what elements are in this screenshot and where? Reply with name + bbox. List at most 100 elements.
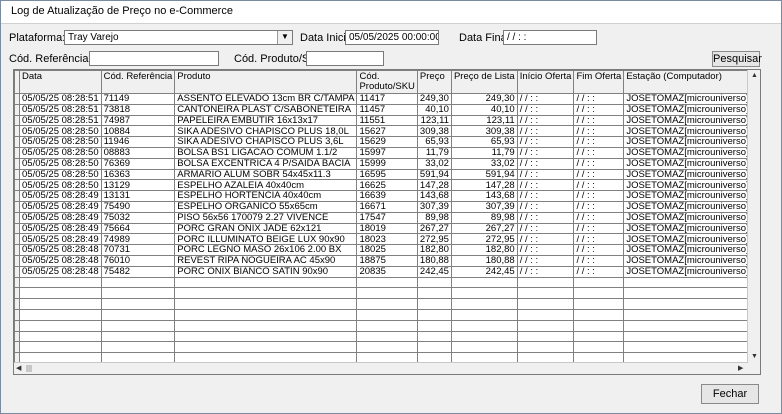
table-cell[interactable] xyxy=(356,319,418,332)
empty-table-row[interactable] xyxy=(14,287,760,300)
table-cell[interactable]: ASSENTO ELEVADO 13cm BR C/TAMPA xyxy=(174,93,358,105)
table-cell[interactable]: / / : : xyxy=(573,146,625,159)
table-cell[interactable]: 05/05/25 08:28:50 xyxy=(19,136,102,148)
table-cell[interactable] xyxy=(623,330,752,343)
table-cell[interactable]: 16363 xyxy=(100,168,176,181)
empty-table-row[interactable] xyxy=(14,319,760,332)
table-cell[interactable]: 40,10 xyxy=(416,103,452,116)
table-cell[interactable]: / / : : xyxy=(516,179,575,192)
table-cell[interactable]: ESPELHO AZALEIA 40x40cm xyxy=(174,179,358,192)
table-cell[interactable]: 18025 xyxy=(356,244,418,256)
table-cell[interactable]: SIKA ADESIVO CHAPISCO PLUS 3,6L xyxy=(174,136,358,148)
table-cell[interactable] xyxy=(450,341,518,354)
table-cell[interactable] xyxy=(573,276,625,289)
table-cell[interactable] xyxy=(19,276,102,289)
col-header-inicio-oferta[interactable]: Início Oferta xyxy=(516,70,575,94)
table-cell[interactable] xyxy=(19,287,102,300)
table-row[interactable]: 05/05/25 08:28:51 71149 ASSENTO ELEVADO 13… xyxy=(14,93,760,105)
table-cell[interactable]: 05/05/25 08:28:50 xyxy=(19,146,102,159)
table-cell[interactable] xyxy=(174,319,358,332)
table-cell[interactable] xyxy=(573,341,625,354)
table-cell[interactable]: 15999 xyxy=(356,157,418,170)
table-cell[interactable]: / / : : xyxy=(573,233,625,246)
empty-table-row[interactable] xyxy=(14,341,760,354)
table-cell[interactable]: 13129 xyxy=(100,179,176,192)
arrow-up-icon[interactable]: ▲ xyxy=(751,72,758,79)
table-row[interactable]: 05/05/25 08:28:50 08883 BOLSA BS1 LIGACAO … xyxy=(14,146,760,159)
table-cell[interactable]: 05/05/25 08:28:48 xyxy=(19,254,102,267)
table-cell[interactable]: 18023 xyxy=(356,233,418,246)
sku-input[interactable] xyxy=(306,51,384,66)
table-cell[interactable]: 272,95 xyxy=(450,233,518,246)
table-cell[interactable]: 18019 xyxy=(356,222,418,235)
arrow-left-icon[interactable]: ◀ xyxy=(16,364,21,372)
table-row[interactable]: 05/05/25 08:28:51 74987 PAPELEIRA EMBUTIR … xyxy=(14,114,760,127)
table-cell[interactable] xyxy=(100,298,176,310)
table-cell[interactable] xyxy=(450,308,518,321)
empty-table-row[interactable] xyxy=(14,276,760,289)
chevron-down-icon[interactable]: ▼ xyxy=(277,31,292,44)
table-cell[interactable]: 11946 xyxy=(100,136,176,148)
table-row[interactable]: 05/05/25 08:28:49 75664 PORC GRAN ONIX JAD… xyxy=(14,222,760,235)
table-cell[interactable]: 11417 xyxy=(356,93,418,105)
table-cell[interactable] xyxy=(100,319,176,332)
table-cell[interactable]: / / : : xyxy=(516,190,575,202)
table-cell[interactable]: JOSETOMAZ[microuniverso] xyxy=(623,114,752,127)
table-cell[interactable]: PORC LEGNO MASO 26x106 2.00 BX xyxy=(174,244,358,256)
table-cell[interactable]: 16639 xyxy=(356,190,418,202)
table-cell[interactable]: 05/05/25 08:28:49 xyxy=(19,211,102,224)
table-cell[interactable]: 76010 xyxy=(100,254,176,267)
table-cell[interactable]: 05/05/25 08:28:51 xyxy=(19,114,102,127)
col-header-preco[interactable]: Preço xyxy=(416,70,452,94)
table-cell[interactable]: 147,28 xyxy=(416,179,452,192)
table-cell[interactable] xyxy=(356,276,418,289)
table-cell[interactable]: 182,80 xyxy=(416,244,452,256)
table-cell[interactable] xyxy=(100,276,176,289)
table-cell[interactable] xyxy=(516,287,575,300)
table-cell[interactable]: 65,93 xyxy=(416,136,452,148)
table-cell[interactable]: / / : : xyxy=(516,136,575,148)
table-cell[interactable]: 05/05/25 08:28:49 xyxy=(19,233,102,246)
table-cell[interactable]: 147,28 xyxy=(450,179,518,192)
table-cell[interactable]: 309,38 xyxy=(416,125,452,138)
table-row[interactable]: 05/05/25 08:28:50 13129 ESPELHO AZALEIA 40… xyxy=(14,179,760,192)
table-cell[interactable]: / / : : xyxy=(573,168,625,181)
table-cell[interactable]: / / : : xyxy=(516,157,575,170)
table-cell[interactable]: 05/05/25 08:28:50 xyxy=(19,168,102,181)
table-row[interactable]: 05/05/25 08:28:49 75032 PISO 56x56 170079 … xyxy=(14,211,760,224)
table-cell[interactable] xyxy=(174,287,358,300)
table-cell[interactable]: 74989 xyxy=(100,233,176,246)
table-cell[interactable] xyxy=(356,287,418,300)
table-cell[interactable] xyxy=(623,298,752,310)
table-cell[interactable] xyxy=(516,330,575,343)
table-cell[interactable]: 75490 xyxy=(100,200,176,213)
table-cell[interactable]: / / : : xyxy=(573,254,625,267)
table-cell[interactable]: JOSETOMAZ[microuniverso] xyxy=(623,125,752,138)
col-header-sku[interactable]: Cód. Produto/SKU xyxy=(356,70,418,94)
table-cell[interactable]: 65,93 xyxy=(450,136,518,148)
table-cell[interactable]: 242,45 xyxy=(450,265,518,278)
table-cell[interactable]: 05/05/25 08:28:51 xyxy=(19,103,102,116)
table-cell[interactable] xyxy=(356,308,418,321)
table-cell[interactable]: JOSETOMAZ[microuniverso] xyxy=(623,146,752,159)
table-cell[interactable]: / / : : xyxy=(573,136,625,148)
table-cell[interactable]: 16625 xyxy=(356,179,418,192)
table-cell[interactable]: 249,30 xyxy=(450,93,518,105)
table-cell[interactable]: / / : : xyxy=(573,200,625,213)
table-cell[interactable]: 307,39 xyxy=(416,200,452,213)
table-cell[interactable] xyxy=(450,276,518,289)
table-row[interactable]: 05/05/25 08:28:49 13131 ESPELHO HORTENCIA … xyxy=(14,190,760,202)
table-cell[interactable]: JOSETOMAZ[microuniverso] xyxy=(623,233,752,246)
table-cell[interactable]: 33,02 xyxy=(416,157,452,170)
table-cell[interactable]: 20835 xyxy=(356,265,418,278)
table-row[interactable]: 05/05/25 08:28:51 73818 CANTONEIRA PLAST C… xyxy=(14,103,760,116)
table-cell[interactable]: / / : : xyxy=(573,179,625,192)
table-cell[interactable]: 143,68 xyxy=(416,190,452,202)
table-cell[interactable]: 75664 xyxy=(100,222,176,235)
table-cell[interactable] xyxy=(356,330,418,343)
table-cell[interactable]: JOSETOMAZ[microuniverso] xyxy=(623,93,752,105)
table-cell[interactable]: 11551 xyxy=(356,114,418,127)
table-cell[interactable] xyxy=(416,298,452,310)
table-cell[interactable]: 267,27 xyxy=(450,222,518,235)
fechar-button[interactable]: Fechar xyxy=(701,384,759,404)
